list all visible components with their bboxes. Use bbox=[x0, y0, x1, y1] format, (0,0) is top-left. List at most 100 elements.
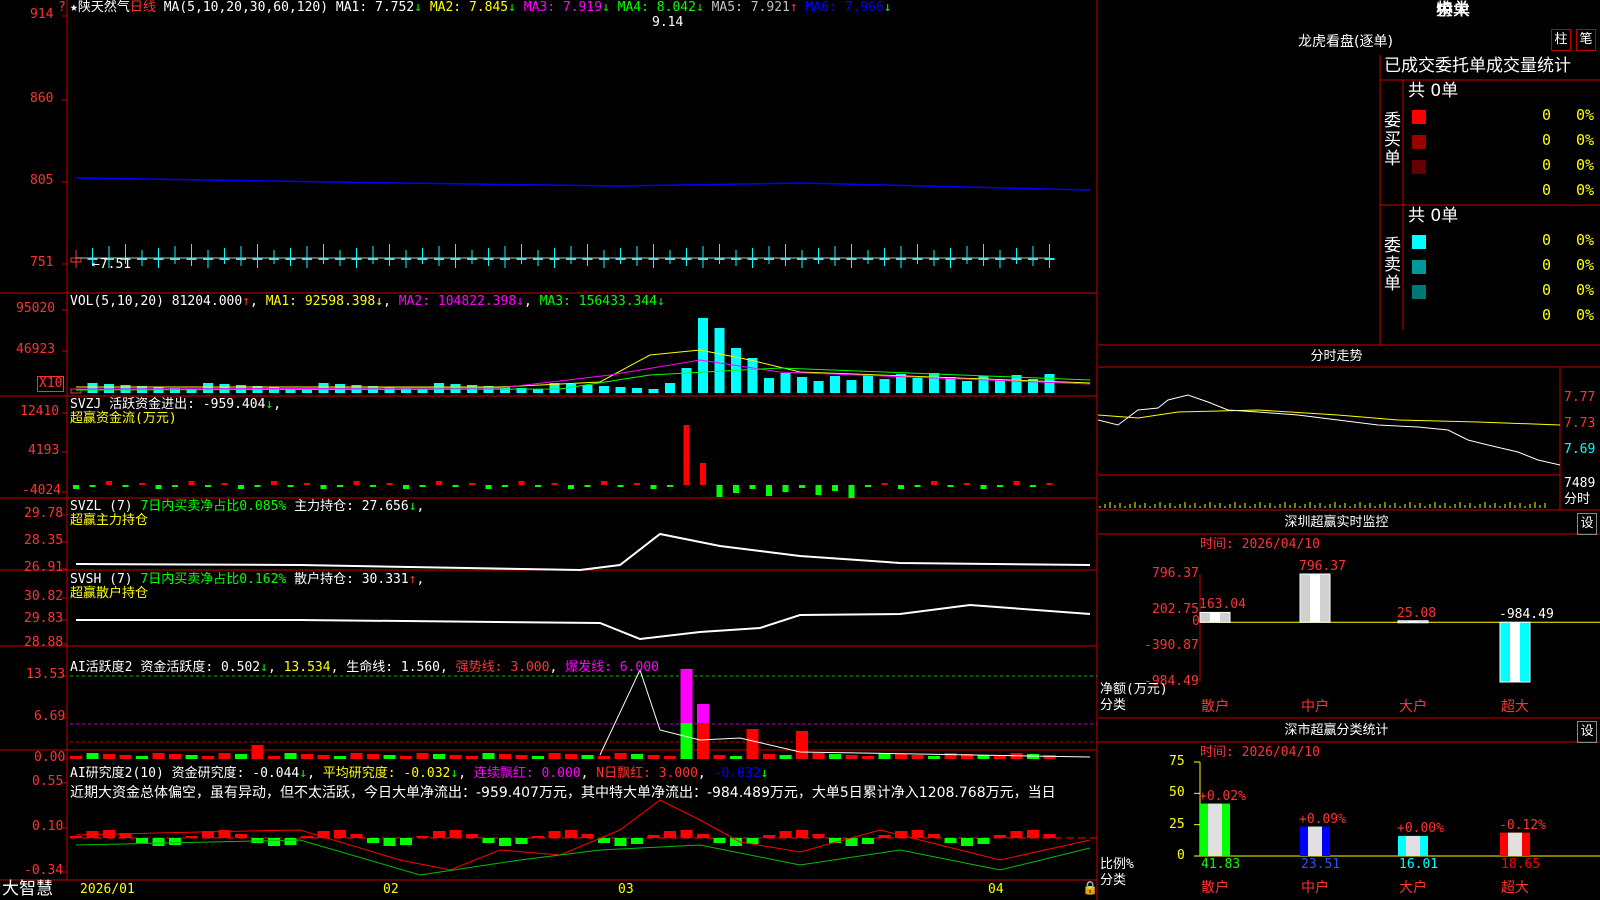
sz-value-label: 25.08 bbox=[1397, 605, 1437, 621]
star-icon[interactable]: ★ bbox=[70, 0, 78, 15]
activity-bar bbox=[169, 754, 181, 759]
tab-tick-mode[interactable]: 笔 bbox=[1576, 29, 1596, 51]
row-percent: 0% bbox=[1576, 181, 1595, 199]
fund-flow-bar bbox=[601, 481, 607, 485]
fund-flow-bar bbox=[469, 483, 475, 485]
volume-bar bbox=[863, 375, 873, 393]
activity-bar bbox=[136, 756, 148, 759]
activity-bar bbox=[911, 755, 924, 759]
sz-time: 时间: 2026/04/10 bbox=[1200, 537, 1320, 552]
research-bar bbox=[268, 838, 280, 846]
cls-stats-title: 深市超赢分类统计 bbox=[1284, 723, 1389, 738]
activity-bar bbox=[631, 754, 643, 759]
sz-bar-highlight bbox=[1408, 620, 1418, 623]
sz-bar-highlight bbox=[1210, 612, 1220, 623]
brand-label: 大智慧 bbox=[2, 879, 53, 899]
main-holding-line bbox=[75, 532, 1091, 572]
volume-bar bbox=[929, 373, 939, 393]
fenshi-title[interactable]: 分时走势 bbox=[1073, 347, 1600, 367]
fund-flow-bar bbox=[584, 485, 591, 487]
sell-total: 共 0单 bbox=[1408, 206, 1459, 226]
cls-change-label: +0.09% bbox=[1299, 811, 1346, 827]
ai2-ytick: 0.55 bbox=[32, 774, 64, 789]
fund-flow-bar bbox=[172, 485, 178, 487]
color-swatch bbox=[1412, 110, 1426, 124]
fund-flow-bar bbox=[436, 481, 442, 485]
row-count: 0 bbox=[1542, 281, 1552, 299]
fund-flow-bar bbox=[485, 485, 492, 489]
sz-value-label: -984.49 bbox=[1499, 607, 1554, 623]
svsh-ytick: 29.83 bbox=[24, 611, 64, 626]
price-header: ★陕天然气日线 MA(5,10,20,30,60,120) MA1: 7.752… bbox=[70, 1, 892, 15]
activity-bar bbox=[713, 755, 726, 759]
fund-flow-bar bbox=[865, 485, 871, 487]
activity-bar bbox=[317, 755, 330, 759]
ai1-header: AI活跃度2 资金活跃度: 0.502↓, 13.534, 生命线: 1.560… bbox=[70, 660, 659, 675]
activity-bar bbox=[895, 754, 907, 759]
activity-bar bbox=[268, 756, 280, 759]
ai2-header: AI研究度2(10) 资金研究度: -0.044↓, 平均研究度: -0.032… bbox=[70, 766, 769, 781]
activity-bar bbox=[812, 753, 825, 759]
stock-chart-area[interactable] bbox=[0, 0, 1100, 900]
volume-bar bbox=[813, 381, 824, 393]
ai1-ytick: 6.69 bbox=[34, 709, 66, 724]
svzj-ytick: 12410 bbox=[20, 404, 60, 419]
cls-ytick: 0 bbox=[1177, 848, 1185, 863]
fund-flow-bar bbox=[353, 481, 360, 485]
cls-value-label: 41.83 bbox=[1201, 857, 1241, 872]
research-bar bbox=[70, 836, 82, 838]
lock-icon[interactable]: 🔒 bbox=[1082, 882, 1098, 896]
research-bar bbox=[482, 838, 495, 843]
activity-bar bbox=[367, 754, 379, 759]
activity-bar bbox=[202, 756, 214, 759]
svzl-header: SVZL (7) 7日内买卖净占比0.085% 主力持仓: 27.656↓, bbox=[70, 499, 425, 514]
activity-bar bbox=[763, 754, 775, 759]
research-bar bbox=[878, 835, 891, 838]
cls-change-label: +0.02% bbox=[1199, 788, 1246, 804]
fund-flow-bar bbox=[386, 483, 393, 485]
fund-flow-bar bbox=[419, 485, 426, 487]
fund-flow-bar bbox=[403, 485, 409, 489]
activity-bar bbox=[152, 753, 165, 759]
fund-flow-bar bbox=[980, 485, 987, 489]
fenshi-unit: 分时 bbox=[1564, 492, 1591, 507]
research-bar bbox=[449, 830, 462, 838]
activity-bar bbox=[994, 756, 1006, 759]
volume-bar bbox=[401, 388, 411, 393]
cls-ytick: 25 bbox=[1169, 816, 1185, 832]
period-label[interactable]: 日线 bbox=[130, 0, 156, 15]
vol-unit-badge[interactable]: X10 bbox=[37, 376, 65, 392]
ai2-ytick: 0.10 bbox=[32, 819, 64, 834]
tab-bar-mode[interactable]: 柱 bbox=[1551, 29, 1571, 51]
volume-bar bbox=[665, 383, 675, 393]
volume-bar bbox=[632, 388, 642, 393]
fund-flow-bar bbox=[617, 485, 624, 487]
fund-flow-bar bbox=[914, 485, 921, 487]
activity-bar bbox=[383, 755, 396, 759]
ma-values: MA1: 7.752↓ MA2: 7.845↓ MA3: 7.919↓ MA4:… bbox=[336, 0, 892, 15]
ma-value-2: MA2: 7.845↓ bbox=[422, 0, 516, 15]
activity-line bbox=[599, 668, 1091, 758]
svzj-subtitle: 超赢资金流(万元) bbox=[70, 411, 177, 426]
activity-bar bbox=[218, 753, 231, 759]
research-bar bbox=[697, 834, 709, 838]
activity-bar bbox=[647, 755, 660, 759]
activity-bar bbox=[664, 756, 676, 759]
fund-flow-bar bbox=[535, 485, 541, 487]
cls-ytick: 50 bbox=[1169, 785, 1185, 801]
fund-flow-bar bbox=[782, 485, 789, 492]
activity-bar bbox=[416, 753, 429, 759]
sz-value-label: 796.37 bbox=[1299, 559, 1346, 574]
research-bar bbox=[515, 838, 528, 844]
date-label: 03 bbox=[618, 882, 634, 897]
high-price-label: 9.14 bbox=[652, 15, 684, 30]
cls-settings-button[interactable]: 设 bbox=[1577, 721, 1597, 743]
fund-flow-bar bbox=[320, 485, 327, 489]
activity-bar bbox=[515, 755, 528, 759]
svzj-ytick: -4024 bbox=[22, 483, 62, 498]
color-swatch bbox=[1412, 135, 1426, 149]
sz-settings-button[interactable]: 设 bbox=[1577, 513, 1597, 535]
volume-bar bbox=[830, 376, 840, 393]
ma-value-3: MA3: 7.919↓ bbox=[515, 0, 610, 15]
cls-change-label: -0.12% bbox=[1499, 817, 1546, 833]
